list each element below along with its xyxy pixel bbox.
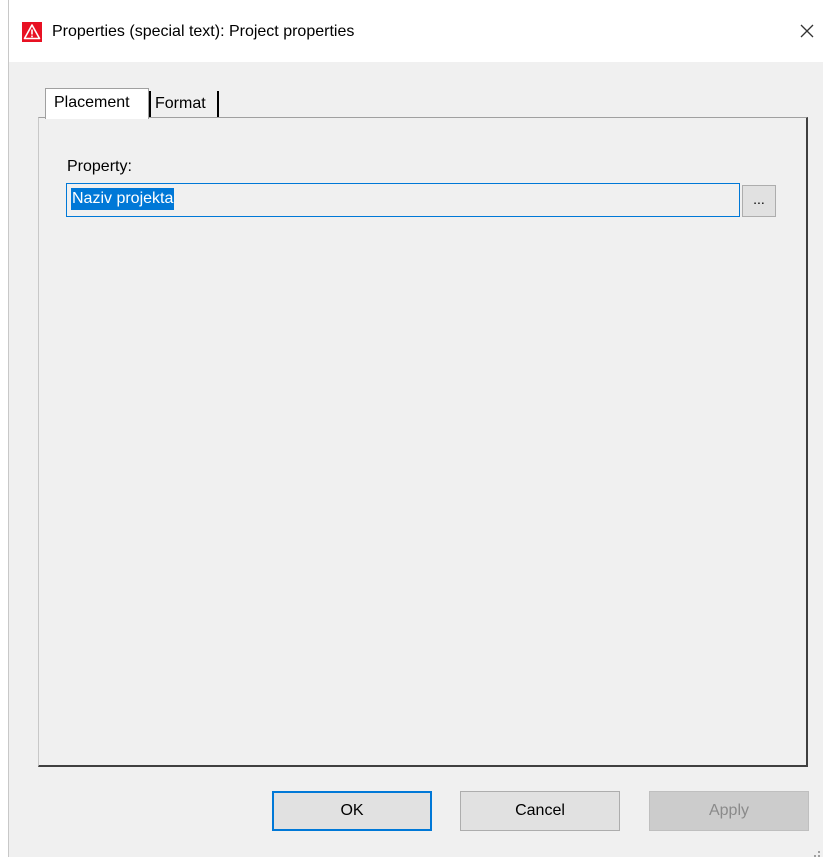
tab-format[interactable]: Format xyxy=(149,91,219,117)
warning-triangle-icon xyxy=(22,22,42,42)
apply-button[interactable]: Apply xyxy=(649,791,809,831)
window-title: Properties (special text): Project prope… xyxy=(52,23,355,40)
browse-button[interactable]: ... xyxy=(742,185,776,217)
property-label: Property: xyxy=(67,158,132,175)
title-bar: Properties (special text): Project prope… xyxy=(9,0,823,62)
tab-placement[interactable]: Placement xyxy=(45,88,149,119)
property-input[interactable]: Naziv projekta xyxy=(66,183,740,217)
dialog-window: Properties (special text): Project prope… xyxy=(8,0,823,857)
tab-placement-label: Placement xyxy=(54,94,130,111)
close-icon[interactable] xyxy=(790,14,823,48)
tab-format-label: Format xyxy=(155,95,206,112)
property-value: Naziv projekta xyxy=(71,188,175,210)
resize-grip-icon[interactable] xyxy=(811,845,821,857)
ok-button[interactable]: OK xyxy=(272,791,432,831)
cancel-button[interactable]: Cancel xyxy=(460,791,620,831)
